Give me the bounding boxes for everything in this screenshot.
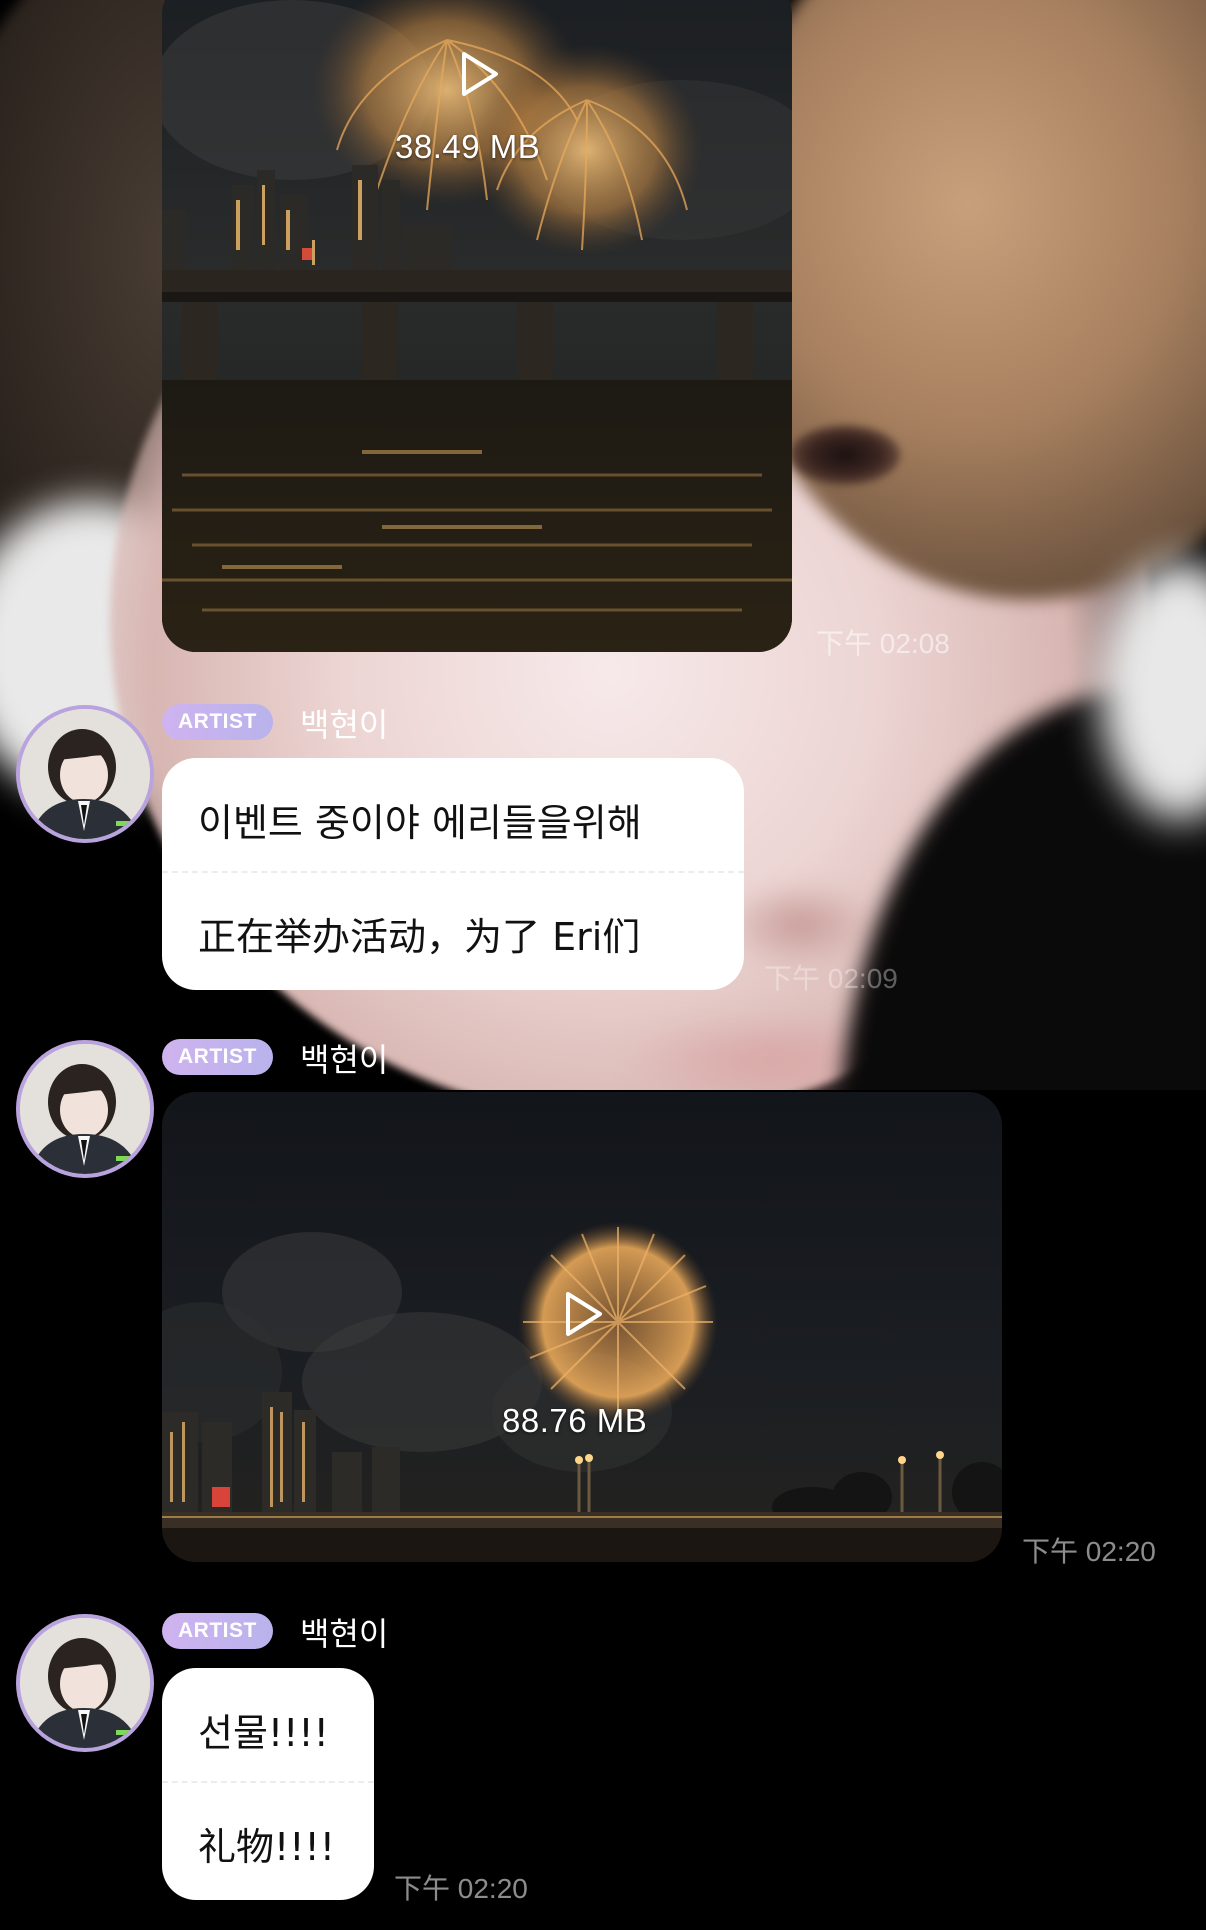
text-message-bubble[interactable]: 이벤트 중이야 에리들을위해 正在举办活动，为了 Eri们 bbox=[162, 758, 744, 990]
text-message-bubble[interactable]: 선물!!!! 礼物!!!! bbox=[162, 1668, 374, 1900]
sender-name[interactable]: 백현이 bbox=[300, 700, 388, 746]
avatar-image bbox=[20, 1618, 150, 1748]
avatar[interactable] bbox=[16, 705, 154, 843]
artist-badge: ARTIST bbox=[162, 1613, 273, 1649]
avatar[interactable] bbox=[16, 1040, 154, 1178]
message-time: 下午 02:09 bbox=[764, 963, 898, 994]
play-icon[interactable] bbox=[562, 1290, 606, 1338]
message-time: 下午 02:20 bbox=[1022, 1536, 1156, 1567]
video-file-size: 88.76 MB bbox=[502, 1402, 648, 1439]
artist-badge: ARTIST bbox=[162, 1039, 273, 1075]
avatar-image bbox=[20, 709, 150, 839]
message-time: 下午 02:08 bbox=[816, 628, 950, 659]
message-original-text: 이벤트 중이야 에리들을위해 bbox=[198, 801, 642, 845]
message-time: 下午 02:20 bbox=[394, 1873, 528, 1904]
message-original-text: 선물!!!! bbox=[198, 1711, 329, 1755]
avatar-image bbox=[20, 1044, 150, 1174]
sender-name[interactable]: 백현이 bbox=[300, 1035, 388, 1081]
play-icon[interactable] bbox=[458, 50, 502, 98]
translation-divider bbox=[162, 1781, 374, 1783]
video-file-size: 38.49 MB bbox=[395, 128, 541, 165]
avatar[interactable] bbox=[16, 1614, 154, 1752]
video-message[interactable]: 38.49 MB bbox=[162, 0, 792, 652]
message-translated-text: 礼物!!!! bbox=[198, 1825, 335, 1869]
video-message[interactable]: 88.76 MB bbox=[162, 1092, 1002, 1562]
background-eye bbox=[790, 425, 900, 485]
translation-divider bbox=[162, 871, 744, 873]
sender-name[interactable]: 백현이 bbox=[300, 1609, 388, 1655]
message-translated-text: 正在举办活动，为了 Eri们 bbox=[198, 915, 641, 959]
artist-badge: ARTIST bbox=[162, 704, 273, 740]
